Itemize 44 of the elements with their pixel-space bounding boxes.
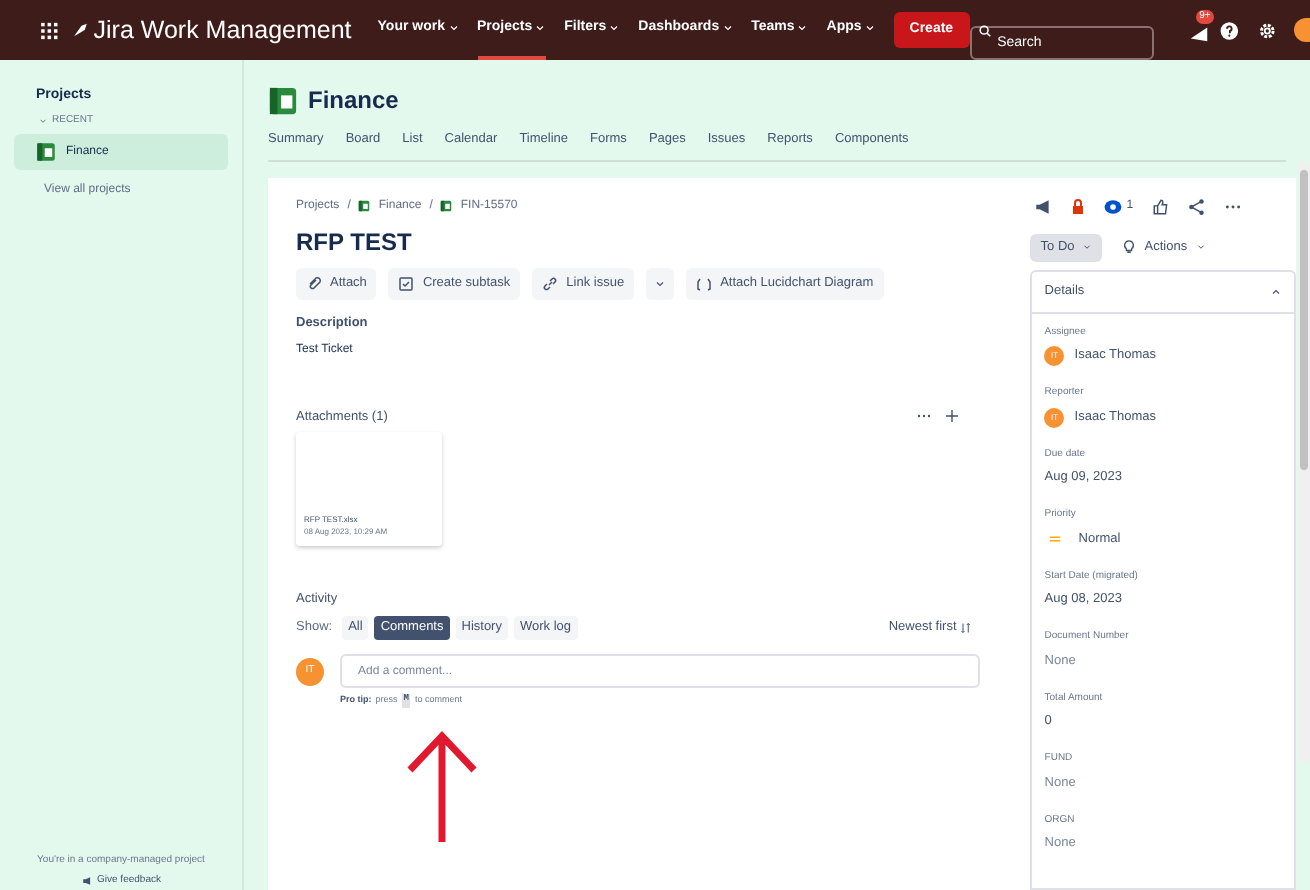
product-logo[interactable]: Jira Work Management — [93, 11, 352, 49]
caret-icon — [534, 22, 547, 34]
lock-icon — [1070, 198, 1087, 217]
sort-icon — [960, 622, 973, 634]
plus-icon — [944, 408, 961, 425]
scrollbar-thumb[interactable] — [1300, 169, 1308, 470]
paperclip-icon — [306, 275, 322, 292]
priority-icon — [1048, 532, 1063, 547]
caret-icon — [447, 22, 459, 34]
annotation-arrow — [404, 729, 480, 846]
project-icon — [440, 200, 453, 213]
caret-icon — [863, 22, 876, 34]
chevron-up-icon — [1270, 285, 1282, 298]
app-grid-icon — [40, 19, 59, 41]
eye-icon — [1104, 198, 1123, 217]
chevron-icon — [38, 115, 48, 126]
scrollbar[interactable] — [1298, 161, 1310, 762]
caret-icon — [1082, 242, 1093, 253]
bracket-icon — [696, 275, 713, 292]
share-icon — [1187, 198, 1206, 217]
megaphone-icon — [1034, 198, 1053, 217]
project-icon — [268, 85, 298, 115]
help-icon — [1219, 19, 1239, 41]
caret-icon — [796, 22, 809, 34]
lightbulb-icon — [1122, 240, 1137, 255]
caret-icon — [1195, 242, 1206, 253]
add-attachment-button[interactable] — [944, 408, 961, 425]
caret-icon — [721, 22, 734, 34]
caret-icon — [608, 22, 621, 34]
notifications-icon — [1187, 22, 1210, 44]
settings-icon — [1258, 19, 1277, 41]
project-title: Finance — [308, 84, 399, 118]
project-icon — [358, 200, 371, 213]
project-icon — [36, 142, 56, 162]
collapse-button[interactable] — [1270, 285, 1282, 298]
issue-title: RFP TEST — [296, 225, 414, 260]
caret-icon — [654, 277, 667, 290]
link-icon — [542, 275, 559, 292]
avatar[interactable] — [1294, 18, 1310, 42]
checkbox-icon — [398, 275, 415, 292]
search-icon — [977, 23, 992, 37]
megaphone-icon — [81, 875, 92, 886]
thumbs-up-icon — [1151, 198, 1170, 217]
logo-icon — [72, 20, 90, 40]
